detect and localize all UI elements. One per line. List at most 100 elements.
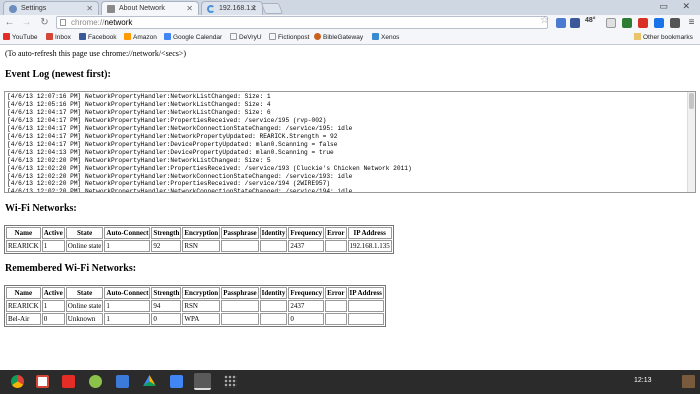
wifi-networks-heading: Wi-Fi Networks: bbox=[5, 203, 77, 214]
column-header: Name bbox=[6, 227, 41, 239]
close-icon[interactable]: ✕ bbox=[250, 2, 257, 15]
bookmark-star-icon[interactable]: ☆ bbox=[540, 15, 549, 26]
tab-strip: Settings ✕ About Network ✕ 192.168.1.1 ✕… bbox=[0, 0, 700, 15]
url-scheme: chrome:// bbox=[71, 18, 105, 27]
column-header: IP Address bbox=[347, 287, 384, 299]
column-header: Identity bbox=[259, 227, 288, 239]
shelf: 12:13 bbox=[0, 370, 700, 394]
bookmark-item[interactable]: BibleGateway bbox=[314, 31, 363, 44]
bookmark-item[interactable]: Xenos bbox=[372, 31, 399, 44]
url-host: network bbox=[104, 18, 133, 27]
extension-icon[interactable] bbox=[654, 18, 664, 28]
bookmark-item[interactable]: Amazon bbox=[124, 31, 157, 44]
event-log-box[interactable]: [4/6/13 12:07:16 PM] NetworkPropertyHand… bbox=[4, 91, 696, 193]
app-store-icon[interactable] bbox=[116, 375, 129, 388]
clock[interactable]: 12:13 bbox=[634, 377, 652, 384]
event-log-line: [4/6/13 12:04:17 PM] NetworkPropertyHand… bbox=[7, 132, 338, 140]
table-cell bbox=[325, 300, 347, 312]
new-tab-button[interactable] bbox=[260, 3, 284, 14]
app-launcher-icon[interactable] bbox=[224, 375, 237, 388]
column-header: Name bbox=[6, 287, 41, 299]
event-log-line: [4/6/13 12:02:20 PM] NetworkPropertyHand… bbox=[7, 180, 331, 188]
bookmark-item[interactable]: Facebook bbox=[79, 31, 117, 44]
folder-icon bbox=[634, 33, 641, 40]
table-cell bbox=[259, 300, 288, 312]
drive-icon[interactable] bbox=[143, 375, 156, 387]
menu-icon[interactable]: ≡ bbox=[685, 16, 698, 29]
scrollbar-thumb[interactable] bbox=[689, 93, 694, 109]
table-cell bbox=[325, 313, 347, 325]
gmail-icon[interactable] bbox=[36, 375, 49, 388]
column-header: Active bbox=[41, 287, 65, 299]
page-content: (To auto-refresh this page use chrome://… bbox=[0, 45, 700, 370]
extension-icon[interactable] bbox=[670, 18, 680, 28]
table-header-row: Name Active State Auto-Connect Strength … bbox=[6, 227, 392, 239]
table-cell bbox=[259, 240, 288, 252]
table-cell: 2437 bbox=[288, 240, 325, 252]
youtube-icon[interactable] bbox=[62, 375, 75, 388]
event-log-line: [4/6/13 12:04:17 PM] NetworkPropertyHand… bbox=[7, 124, 353, 132]
table-cell: 0 bbox=[41, 313, 65, 325]
column-header: Identity bbox=[259, 287, 288, 299]
facebook-icon bbox=[79, 33, 86, 40]
bookmark-item[interactable]: Inbox bbox=[46, 31, 71, 44]
back-button[interactable]: ← bbox=[3, 16, 16, 29]
event-log-scrollbar[interactable] bbox=[687, 92, 695, 192]
table-cell: 94 bbox=[151, 300, 182, 312]
gear-icon bbox=[9, 5, 17, 13]
tab-about-network[interactable]: About Network ✕ bbox=[101, 1, 199, 15]
column-header: Encryption bbox=[182, 227, 221, 239]
weather-temperature[interactable]: 48° bbox=[585, 17, 596, 24]
bookmark-item[interactable]: Google Calendar bbox=[164, 31, 222, 44]
bookmark-item[interactable]: YouTube bbox=[3, 31, 38, 44]
tab-router[interactable]: 192.168.1.1 ✕ bbox=[201, 1, 263, 15]
table-cell: RSN bbox=[182, 300, 221, 312]
extension-icon[interactable] bbox=[638, 18, 648, 28]
bookmark-item[interactable]: DeVryU bbox=[230, 31, 262, 44]
remembered-networks-table: Name Active State Auto-Connect Strength … bbox=[4, 285, 386, 327]
gmail-icon bbox=[46, 33, 53, 40]
table-cell: 2437 bbox=[288, 300, 325, 312]
table-cell: 1 bbox=[104, 240, 151, 252]
close-icon[interactable]: ✕ bbox=[86, 2, 93, 15]
files-icon[interactable] bbox=[170, 375, 183, 388]
bookmarks-bar: YouTube Inbox Facebook Amazon Google Cal… bbox=[0, 31, 700, 45]
table-cell: REARICK bbox=[6, 240, 41, 252]
extension-icon[interactable] bbox=[606, 18, 616, 28]
extension-icon[interactable] bbox=[622, 18, 632, 28]
column-header: Auto-Connect bbox=[104, 287, 151, 299]
column-header: Passphrase bbox=[221, 227, 259, 239]
xenos-icon bbox=[372, 33, 379, 40]
other-bookmarks[interactable]: Other bookmarks bbox=[634, 31, 693, 44]
extension-icon[interactable] bbox=[556, 18, 566, 28]
table-cell bbox=[259, 313, 288, 325]
forward-button[interactable]: → bbox=[20, 16, 33, 29]
loading-icon bbox=[207, 5, 215, 13]
wifi-networks-table: Name Active State Auto-Connect Strength … bbox=[4, 225, 394, 254]
active-window-icon[interactable] bbox=[194, 373, 211, 390]
remembered-networks-heading: Remembered Wi-Fi Networks: bbox=[5, 263, 137, 274]
event-log-line: [4/6/13 12:04:13 PM] NetworkPropertyHand… bbox=[7, 148, 334, 156]
window-controls[interactable]: ▭ ✕ bbox=[659, 1, 696, 12]
address-bar[interactable]: chrome://network bbox=[56, 16, 548, 29]
table-cell bbox=[221, 313, 259, 325]
bookmark-label: BibleGateway bbox=[323, 34, 364, 41]
event-log-line: [4/6/13 12:04:17 PM] NetworkPropertyHand… bbox=[7, 116, 327, 124]
table-cell: 1 bbox=[104, 300, 151, 312]
bookmark-label: Amazon bbox=[133, 34, 157, 41]
tab-settings[interactable]: Settings ✕ bbox=[3, 1, 99, 15]
table-cell bbox=[221, 240, 259, 252]
avatar[interactable] bbox=[682, 375, 695, 388]
chrome-icon[interactable] bbox=[11, 375, 24, 388]
close-icon[interactable]: ✕ bbox=[186, 2, 193, 15]
event-log-line: [4/6/13 12:02:20 PM] NetworkPropertyHand… bbox=[7, 188, 353, 193]
column-header: Error bbox=[325, 287, 347, 299]
column-header: Active bbox=[41, 227, 65, 239]
extension-icon[interactable] bbox=[570, 18, 580, 28]
reload-button[interactable]: ↻ bbox=[38, 16, 51, 29]
table-cell: Online state bbox=[65, 300, 104, 312]
event-log-line: [4/6/13 12:02:20 PM] NetworkPropertyHand… bbox=[7, 156, 271, 164]
biblegateway-icon bbox=[314, 33, 321, 40]
android-icon[interactable] bbox=[89, 375, 102, 388]
bookmark-item[interactable]: Fictionpost bbox=[269, 31, 309, 44]
